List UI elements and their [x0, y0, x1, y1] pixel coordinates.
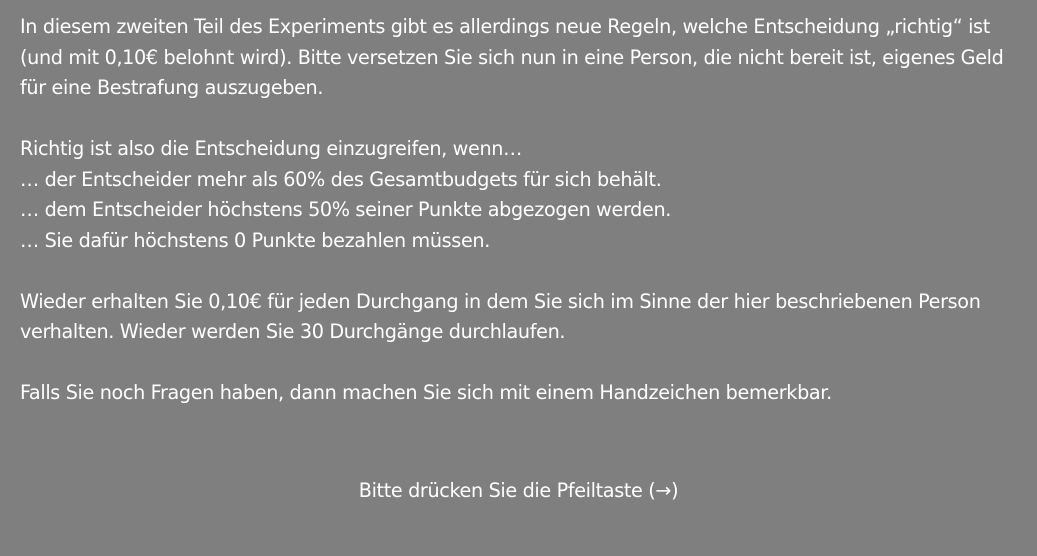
rule-item: … dem Entscheider höchstens 50% seiner P…	[20, 198, 672, 221]
rules-intro: Richtig ist also die Entscheidung einzug…	[20, 137, 522, 160]
rules-block: Richtig ist also die Entscheidung einzug…	[20, 134, 1025, 256]
rule-item: … der Entscheider mehr als 60% des Gesam…	[20, 167, 662, 191]
instruction-screen: In diesem zweiten Teil des Experiments g…	[0, 0, 1037, 556]
paragraph-new-rules: In diesem zweiten Teil des Experiments g…	[20, 15, 1004, 99]
rule-item: … Sie dafür höchstens 0 Punkte bezahlen …	[20, 228, 490, 252]
paragraph-questions: Falls Sie noch Fragen haben, dann machen…	[20, 381, 832, 404]
instructions-text: In diesem zweiten Teil des Experiments g…	[20, 12, 1025, 409]
paragraph-reward: Wieder erhalten Sie 0,10€ für jeden Durc…	[20, 289, 981, 344]
continue-prompt: Bitte drücken Sie die Pfeiltaste (→)	[358, 479, 679, 502]
